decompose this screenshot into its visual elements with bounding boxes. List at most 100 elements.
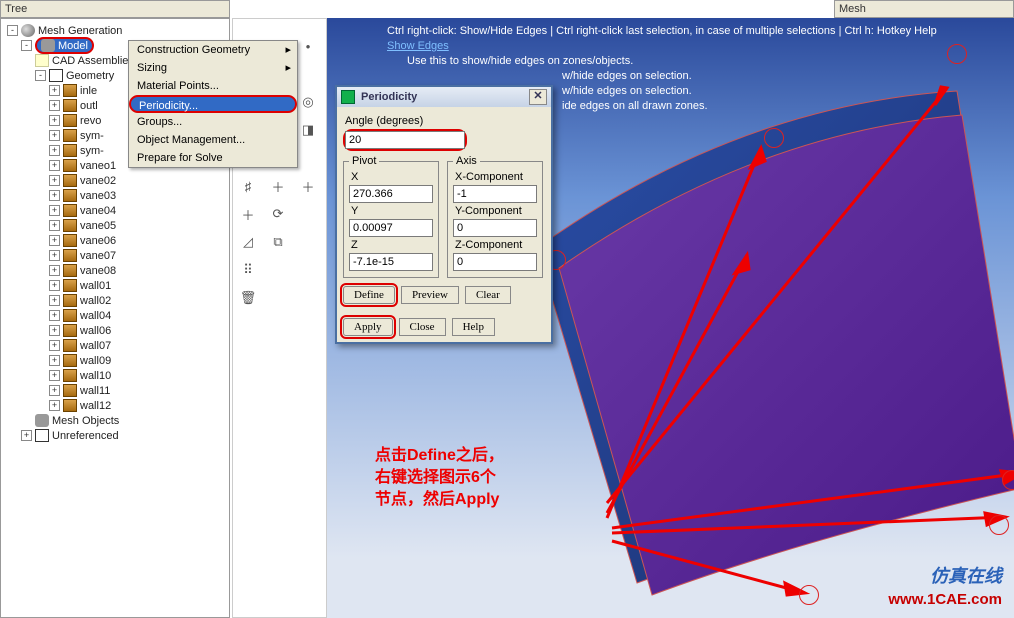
axis-y-input[interactable]: 0 [453,219,537,237]
expand-icon[interactable]: + [49,130,60,141]
expand-icon[interactable]: + [49,145,60,156]
tree-mesh-objects[interactable]: Mesh Objects [1,413,229,428]
geometry-node-icon [63,249,77,262]
periodicity-dialog: Periodicity ✕ Angle (degrees) 20 Pivot X… [335,85,553,344]
expand-icon[interactable]: + [49,115,60,126]
collapse-icon[interactable]: - [35,70,46,81]
tree-item[interactable]: +wall09 [1,353,229,368]
close-icon[interactable]: ✕ [529,89,547,105]
model-context-menu: Construction Geometry▸Sizing▸Material Po… [128,40,298,168]
pivot-z-input[interactable]: -7.1e-15 [349,253,433,271]
geometry-node-icon [63,114,77,127]
tree-item[interactable]: +vane04 [1,203,229,218]
tree-item[interactable]: +wall12 [1,398,229,413]
expand-icon[interactable]: + [49,100,60,111]
expand-icon[interactable]: + [49,295,60,306]
expand-icon[interactable]: + [49,235,60,246]
menu-item[interactable]: Object Management... [129,131,297,149]
expand-icon[interactable]: + [49,160,60,171]
geometry-node-icon [63,99,77,112]
tree-item[interactable]: +wall07 [1,338,229,353]
edge-icon[interactable]: ⧉ [269,233,287,251]
plus-icon[interactable]: ＋ [239,205,257,223]
gap [299,149,317,167]
expand-icon[interactable]: + [49,325,60,336]
cad-icon [35,54,49,67]
apply-button[interactable]: Apply [343,318,393,336]
pivot-z-label: Z [351,239,433,251]
menu-item[interactable]: Construction Geometry▸ [129,41,297,59]
geometry-node-icon [63,339,77,352]
clear-button[interactable]: Clear [465,286,511,304]
tree-item[interactable]: +wall01 [1,278,229,293]
menu-item[interactable]: Periodicity... [129,95,297,113]
eye-off-icon[interactable]: ◎ [299,93,317,111]
expand-icon[interactable]: + [49,400,60,411]
expand-icon[interactable]: + [49,385,60,396]
menu-item[interactable]: Material Points... [129,77,297,95]
axis-x-input[interactable]: -1 [453,185,537,203]
cube-icon[interactable]: ◨ [299,121,317,139]
expand-icon[interactable]: + [49,220,60,231]
corner-icon[interactable]: ◿ [239,233,257,251]
refresh-icon[interactable]: ⟳ [269,205,287,223]
tree-unreferenced[interactable]: +Unreferenced [1,428,229,443]
tree-root[interactable]: -Mesh Generation [1,23,229,38]
tree-item[interactable]: +vane06 [1,233,229,248]
collapse-icon[interactable]: - [7,25,18,36]
menu-item[interactable]: Prepare for Solve [129,149,297,167]
dialog-titlebar[interactable]: Periodicity ✕ [337,87,551,107]
dots-icon[interactable]: ⠿ [239,261,257,279]
axis-z-input[interactable]: 0 [453,253,537,271]
tree-item[interactable]: +wall06 [1,323,229,338]
expand-icon[interactable]: + [49,370,60,381]
expand-icon[interactable]: + [21,430,32,441]
expand-icon[interactable]: + [49,355,60,366]
tree-item[interactable]: +wall02 [1,293,229,308]
expand-icon[interactable]: + [49,205,60,216]
menu-item[interactable]: Sizing▸ [129,59,297,77]
menu-item[interactable]: Groups... [129,113,297,131]
axis-legend: Axis [453,155,480,167]
tree-item[interactable]: +wall11 [1,383,229,398]
show-edges-link[interactable]: Show Edges [387,39,937,54]
collapse-icon[interactable]: - [21,40,32,51]
trash-icon[interactable]: 🗑 [239,289,257,307]
submenu-arrow-icon: ▸ [285,59,291,77]
close-button[interactable]: Close [399,318,446,336]
mesh-objects-icon [35,414,49,427]
pivot-x-input[interactable]: 270.366 [349,185,433,203]
expand-icon[interactable]: + [49,85,60,96]
tree-item[interactable]: +vane08 [1,263,229,278]
expand-icon[interactable]: + [49,250,60,261]
tree-item[interactable]: +vane03 [1,188,229,203]
globe-icon [21,24,35,37]
help-button[interactable]: Help [452,318,495,336]
define-button[interactable]: Define [343,286,395,304]
preview-button[interactable]: Preview [401,286,459,304]
geometry-node-icon [63,369,77,382]
dot-icon[interactable]: • [299,37,317,55]
expand-icon[interactable]: + [49,310,60,321]
plus-icon[interactable]: ＋ [269,177,287,195]
pivot-y-input[interactable]: 0.00097 [349,219,433,237]
plus-icon[interactable]: ＋ [299,177,317,195]
tree-item[interactable]: +vane05 [1,218,229,233]
expand-icon[interactable]: + [49,175,60,186]
expand-icon[interactable]: + [49,190,60,201]
mesh-column-header: Mesh [834,0,1014,18]
grid-icon[interactable]: ♯ [239,177,257,195]
tree-item[interactable]: +vane07 [1,248,229,263]
angle-input[interactable]: 20 [345,131,465,149]
expand-icon[interactable]: + [49,265,60,276]
tree-item[interactable]: +wall04 [1,308,229,323]
tree-item[interactable]: +vane02 [1,173,229,188]
geometry-node-icon [63,264,77,277]
geometry-node-icon [63,294,77,307]
expand-icon[interactable]: + [49,340,60,351]
gap [299,65,317,83]
axis-y-label: Y-Component [455,205,537,217]
watermark-url: www.1CAE.com [888,591,1002,608]
expand-icon[interactable]: + [49,280,60,291]
tree-item[interactable]: +wall10 [1,368,229,383]
